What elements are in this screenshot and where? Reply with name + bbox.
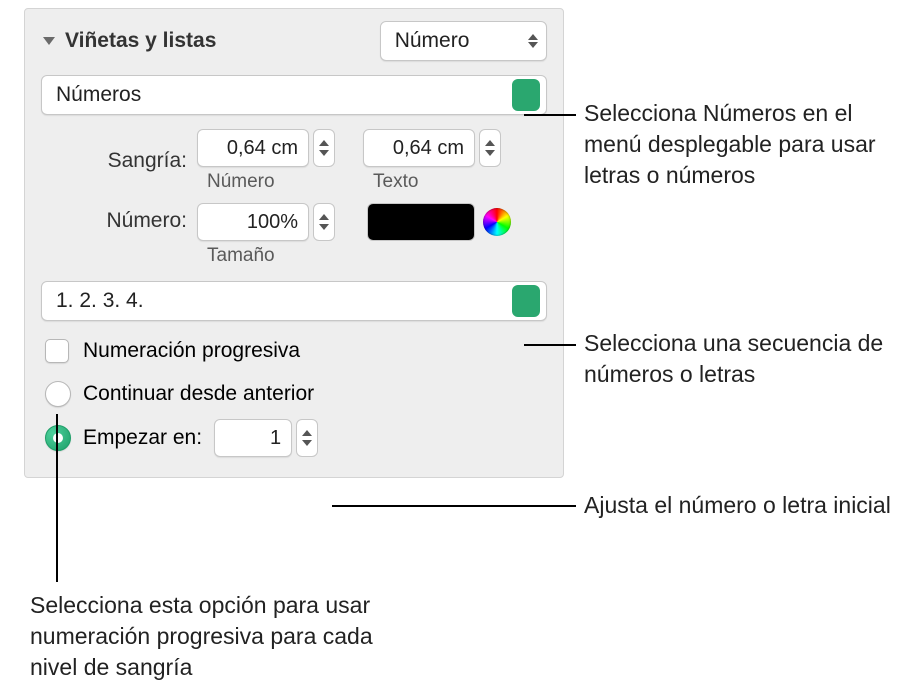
- section-title: Viñetas y listas: [65, 29, 216, 53]
- leader-line: [524, 344, 576, 346]
- text-indent-sublabel: Texto: [373, 171, 501, 193]
- list-style-popup[interactable]: Número: [380, 21, 547, 61]
- number-indent-sublabel: Número: [207, 171, 335, 193]
- bullets-lists-panel: Viñetas y listas Número Números Sangría:…: [24, 8, 564, 478]
- leader-line: [332, 505, 576, 507]
- chevrons-icon: [528, 34, 538, 48]
- start-at-stepper[interactable]: [296, 419, 318, 457]
- sequence-popup[interactable]: 1. 2. 3. 4.: [41, 281, 547, 321]
- indent-label: Sangría:: [87, 149, 187, 173]
- callout-type: Selecciona Números en el menú desplegabl…: [584, 98, 894, 191]
- leader-line: [524, 114, 576, 116]
- continue-from-previous-radio[interactable]: [45, 381, 71, 407]
- continue-from-previous-label: Continuar desde anterior: [83, 382, 314, 406]
- sequence-value: 1. 2. 3. 4.: [56, 289, 144, 313]
- list-style-value: Número: [395, 29, 470, 53]
- text-indent-input[interactable]: [363, 129, 475, 167]
- leader-line: [56, 414, 58, 582]
- tiered-numbers-checkbox[interactable]: [45, 339, 69, 363]
- text-indent-stepper[interactable]: [479, 129, 501, 167]
- start-at-input[interactable]: [214, 419, 292, 457]
- chevrons-icon: [512, 79, 540, 111]
- number-type-value: Números: [56, 83, 141, 107]
- number-size-sublabel: Tamaño: [207, 245, 335, 267]
- number-indent-stepper[interactable]: [313, 129, 335, 167]
- number-indent-input[interactable]: [197, 129, 309, 167]
- chevrons-icon: [512, 285, 540, 317]
- number-size-stepper[interactable]: [313, 203, 335, 241]
- callout-start: Ajusta el número o letra inicial: [584, 490, 891, 521]
- number-label: Número:: [87, 209, 187, 233]
- callout-sequence: Selecciona una secuencia de números o le…: [584, 328, 894, 390]
- number-color-well[interactable]: [367, 203, 475, 241]
- number-size-input[interactable]: [197, 203, 309, 241]
- number-type-popup[interactable]: Números: [41, 75, 547, 115]
- start-at-label: Empezar en:: [83, 426, 202, 450]
- disclosure-triangle-icon[interactable]: [43, 37, 55, 45]
- tiered-numbers-label: Numeración progresiva: [83, 339, 300, 363]
- color-picker-icon[interactable]: [483, 208, 511, 236]
- start-at-radio[interactable]: [45, 425, 71, 451]
- callout-tiered: Selecciona esta opción para usar numerac…: [30, 590, 390, 683]
